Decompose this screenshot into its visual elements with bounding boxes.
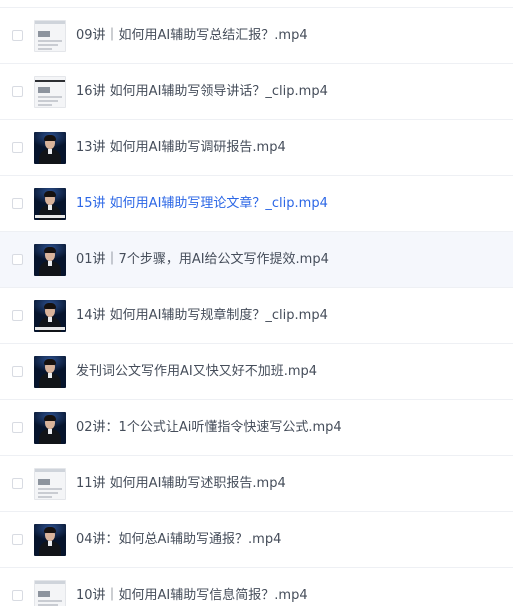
row-checkbox[interactable] xyxy=(12,30,23,41)
document-thumbnail xyxy=(34,580,66,606)
row-checkbox[interactable] xyxy=(12,534,23,545)
row-checkbox[interactable] xyxy=(12,590,23,601)
file-list: 09讲｜如何用AI辅助写总结汇报？.mp4 16讲 如何用AI辅助写领导讲话？_c… xyxy=(0,0,513,606)
video-thumbnail xyxy=(34,412,66,444)
document-thumbnail xyxy=(34,468,66,500)
video-thumbnail xyxy=(34,244,66,276)
file-name[interactable]: 14讲 如何用AI辅助写规章制度？_clip.mp4 xyxy=(76,288,328,344)
file-name[interactable]: 10讲｜如何用AI辅助写信息简报？.mp4 xyxy=(76,568,308,606)
file-row[interactable]: 04讲：如何总Ai辅助写通报？.mp4 xyxy=(0,512,513,568)
file-row[interactable]: 14讲 如何用AI辅助写规章制度？_clip.mp4 xyxy=(0,288,513,344)
file-name[interactable]: 15讲 如何用AI辅助写理论文章？_clip.mp4 xyxy=(76,176,328,232)
row-checkbox[interactable] xyxy=(12,310,23,321)
video-thumbnail xyxy=(34,356,66,388)
file-name[interactable]: 16讲 如何用AI辅助写领导讲话？_clip.mp4 xyxy=(76,64,328,120)
row-checkbox[interactable] xyxy=(12,254,23,265)
file-name[interactable]: 02讲：1个公式让Ai听懂指令快速写公式.mp4 xyxy=(76,400,342,456)
row-checkbox[interactable] xyxy=(12,198,23,209)
file-row[interactable]: 15讲 如何用AI辅助写理论文章？_clip.mp4 xyxy=(0,176,513,232)
file-name[interactable]: 01讲｜7个步骤，用AI给公文写作提效.mp4 xyxy=(76,232,329,288)
file-row[interactable]: 16讲 如何用AI辅助写领导讲话？_clip.mp4 xyxy=(0,64,513,120)
file-name[interactable]: 11讲 如何用AI辅助写述职报告.mp4 xyxy=(76,456,286,512)
file-row[interactable]: 10讲｜如何用AI辅助写信息简报？.mp4 xyxy=(0,568,513,606)
row-checkbox[interactable] xyxy=(12,366,23,377)
file-row[interactable]: 09讲｜如何用AI辅助写总结汇报？.mp4 xyxy=(0,8,513,64)
row-checkbox[interactable] xyxy=(12,86,23,97)
file-name[interactable]: 13讲 如何用AI辅助写调研报告.mp4 xyxy=(76,120,286,176)
row-checkbox[interactable] xyxy=(12,478,23,489)
document-thumbnail xyxy=(34,20,66,52)
row-checkbox[interactable] xyxy=(12,422,23,433)
file-name[interactable]: 09讲｜如何用AI辅助写总结汇报？.mp4 xyxy=(76,8,308,64)
file-row[interactable]: 01讲｜7个步骤，用AI给公文写作提效.mp4 xyxy=(0,232,513,288)
video-thumbnail xyxy=(34,300,66,332)
video-thumbnail xyxy=(34,188,66,220)
file-name[interactable]: 发刊词公文写作用AI又快又好不加班.mp4 xyxy=(76,344,317,400)
video-thumbnail xyxy=(34,132,66,164)
file-row[interactable]: 02讲：1个公式让Ai听懂指令快速写公式.mp4 xyxy=(0,400,513,456)
video-thumbnail xyxy=(34,524,66,556)
document-thumbnail xyxy=(34,76,66,108)
file-row[interactable]: 发刊词公文写作用AI又快又好不加班.mp4 xyxy=(0,344,513,400)
file-row[interactable]: 11讲 如何用AI辅助写述职报告.mp4 xyxy=(0,456,513,512)
file-row[interactable]: 13讲 如何用AI辅助写调研报告.mp4 xyxy=(0,120,513,176)
file-name[interactable]: 04讲：如何总Ai辅助写通报？.mp4 xyxy=(76,512,281,568)
row-checkbox[interactable] xyxy=(12,142,23,153)
